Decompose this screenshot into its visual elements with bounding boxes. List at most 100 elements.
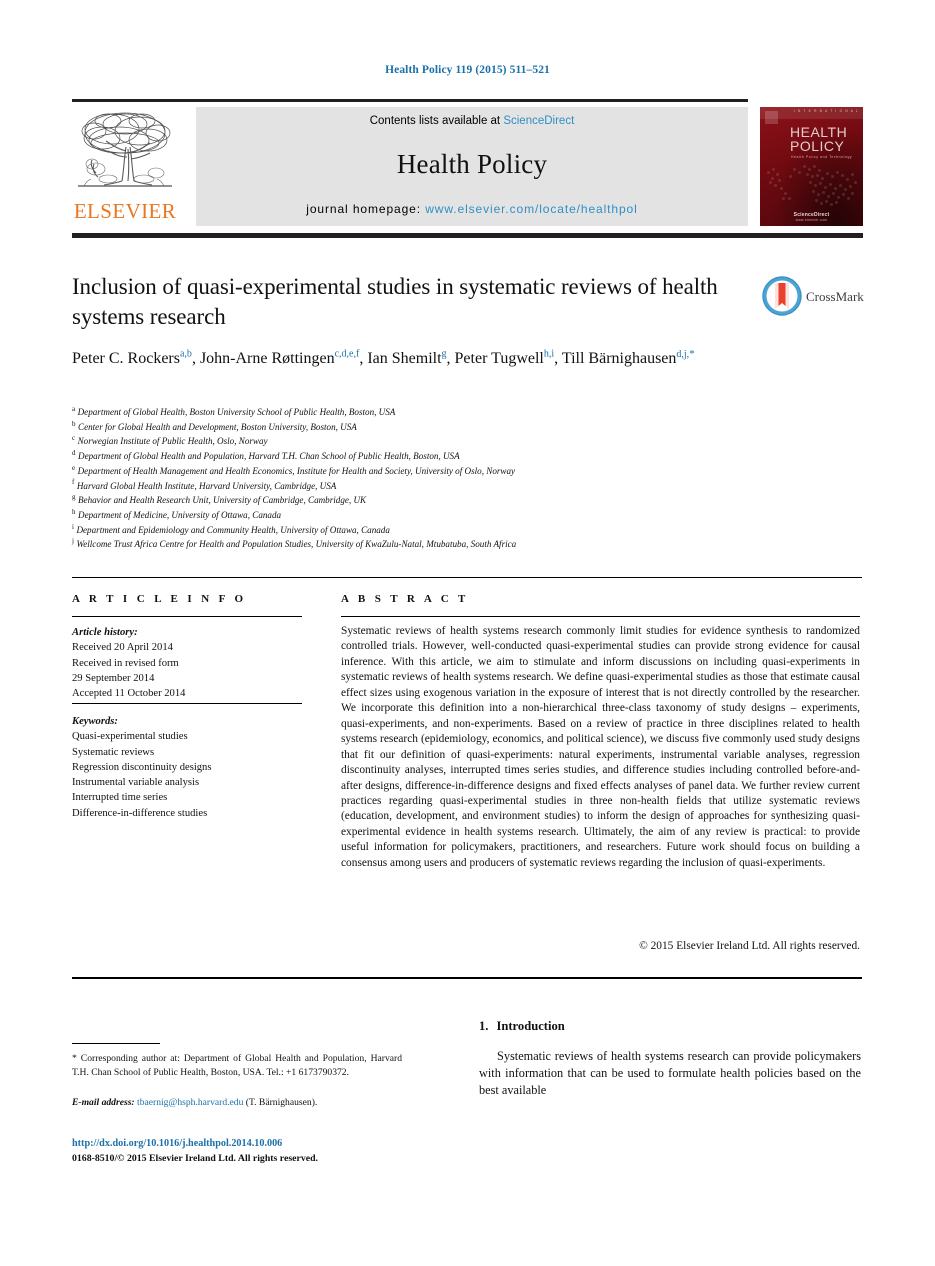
cover-footer: ScienceDirect www.elsevier.com (760, 212, 863, 222)
author-name: John-Arne Røttingen (199, 350, 335, 367)
affiliation-item: b Center for Global Health and Developmen… (72, 420, 862, 435)
abstract-text: Systematic reviews of health systems res… (341, 625, 860, 869)
contents-prefix: Contents lists available at (369, 115, 504, 127)
journal-cover-thumbnail: I N T E R N A T I O N A L HEALTH POLICY … (760, 107, 863, 226)
cover-identity-mark (765, 111, 778, 124)
cover-title: HEALTH POLICY (790, 125, 847, 153)
introduction-title: Introduction (496, 1019, 565, 1033)
footnote-rule (72, 1043, 160, 1044)
author-name: Ian Shemilt (367, 350, 442, 367)
affiliation-item: j Wellcome Trust Africa Centre for Health… (72, 537, 862, 552)
journal-homepage-line: journal homepage: www.elsevier.com/locat… (196, 202, 748, 216)
doi-link[interactable]: http://dx.doi.org/10.1016/j.healthpol.20… (72, 1138, 282, 1149)
affiliation-mark: g (72, 493, 76, 502)
article-history-block: Article history: Received 20 April 2014 R… (72, 625, 302, 701)
crossmark-badge[interactable]: CrossMark (762, 276, 864, 318)
keywords-label: Keywords: (72, 716, 118, 727)
affiliation-list: a Department of Global Health, Boston Uni… (72, 405, 862, 552)
affiliation-mark: a (72, 404, 76, 413)
article-history-line: Accepted 11 October 2014 (72, 688, 186, 700)
author-affiliation-marks: d,j,* (676, 347, 695, 360)
cover-title-line1: HEALTH (790, 124, 848, 140)
affiliation-text: Department of Global Health and Populati… (78, 451, 460, 462)
affiliation-text: Wellcome Trust Africa Centre for Health … (76, 539, 517, 550)
keyword-item: Instrumental variable analysis (72, 777, 200, 789)
affiliation-mark: c (72, 434, 76, 443)
introduction-heading: 1. Introduction (479, 1019, 565, 1034)
article-history-line: 29 September 2014 (72, 672, 155, 684)
masthead-top-rule (72, 99, 748, 102)
elsevier-logo: ELSEVIER (72, 107, 178, 226)
masthead-contents-box: Contents lists available at ScienceDirec… (196, 107, 748, 226)
email-link[interactable]: tbaernig@hsph.harvard.edu (137, 1097, 243, 1108)
keywords-top-rule (72, 703, 302, 704)
affiliation-text: Norwegian Institute of Public Health, Os… (77, 436, 268, 447)
article-history-line: Received 20 April 2014 (72, 642, 173, 654)
journal-homepage-link[interactable]: www.elsevier.com/locate/healthpol (425, 202, 637, 216)
affiliation-item: g Behavior and Health Research Unit, Univ… (72, 493, 862, 508)
affiliation-mark: d (72, 449, 76, 458)
author-name: Till Bärnighausen (561, 350, 677, 367)
author-list: Peter C. Rockersa,b, John-Arne Røttingen… (72, 347, 695, 367)
corresponding-author-marker: * (689, 347, 695, 360)
affiliation-text: Department and Epidemiology and Communit… (76, 524, 390, 535)
info-abstract-top-rule (72, 577, 862, 578)
affiliation-item: f Harvard Global Health Institute, Harvar… (72, 479, 862, 494)
affiliation-mark: i (72, 522, 74, 531)
corresponding-author-note: * Corresponding author at: Department of… (72, 1052, 402, 1079)
affiliation-item: d Department of Global Health and Populat… (72, 449, 862, 464)
abstract-copyright: © 2015 Elsevier Ireland Ltd. All rights … (639, 940, 860, 952)
email-label: E-mail address: (72, 1097, 135, 1108)
affiliation-text: Behavior and Health Research Unit, Unive… (78, 495, 367, 506)
running-head: Health Policy 119 (2015) 511–521 (385, 64, 550, 76)
issn-copyright-line: 0168-8510/© 2015 Elsevier Ireland Ltd. A… (72, 1153, 318, 1164)
introduction-paragraph: Systematic reviews of health systems res… (479, 1049, 861, 1097)
article-info-heading-rule (72, 616, 302, 617)
crossmark-label: CrossMark (806, 289, 864, 304)
article-history-lines: Received 20 April 2014 Received in revise… (72, 640, 302, 701)
keyword-item: Difference-in-difference studies (72, 807, 208, 819)
elsevier-wordmark: ELSEVIER (73, 199, 177, 223)
author-affiliation-marks: a,b (179, 348, 192, 360)
corresponding-author-star: * (72, 1053, 77, 1064)
affiliation-mark: f (72, 478, 75, 487)
author-affiliation-marks: g (441, 348, 447, 360)
introduction-number: 1. (479, 1019, 489, 1033)
abstract-heading-rule (341, 616, 860, 617)
affiliation-mark: e (72, 463, 76, 472)
affiliation-mark: j (72, 537, 74, 546)
affiliation-item: a Department of Global Health, Boston Uni… (72, 405, 862, 420)
affiliation-item: c Norwegian Institute of Public Health, O… (72, 434, 862, 449)
cover-title-line2: POLICY (790, 138, 845, 154)
affiliation-mark: b (72, 419, 76, 428)
article-info-heading: A R T I C L E I N F O (72, 593, 247, 605)
affiliation-text: Department of Global Health, Boston Univ… (77, 407, 396, 417)
affiliation-text: Department of Medicine, University of Ot… (78, 509, 282, 520)
keyword-item: Interrupted time series (72, 792, 168, 804)
affiliation-item: h Department of Medicine, University of O… (72, 508, 862, 523)
author-affiliation-marks: h,i (543, 348, 555, 360)
page-title: Inclusion of quasi-experimental studies … (72, 274, 718, 329)
cover-world-map-dots (763, 159, 860, 209)
affiliation-text: Center for Global Health and Development… (78, 421, 357, 432)
masthead-bottom-rule (72, 233, 863, 238)
contents-available-line: Contents lists available at ScienceDirec… (196, 115, 748, 127)
sciencedirect-link[interactable]: ScienceDirect (503, 115, 574, 127)
cover-footer-note: www.elsevier.com (795, 218, 828, 222)
cover-topbar-text: I N T E R N A T I O N A L (793, 109, 859, 113)
affiliation-text: Department of Health Management and Heal… (77, 465, 516, 476)
journal-article-page: Health Policy 119 (2015) 511–521 ELSEVIE… (0, 0, 935, 1266)
keywords-block: Keywords: Quasi-experimental studies Syst… (72, 714, 302, 821)
affiliation-item: i Department and Epidemiology and Communi… (72, 523, 862, 538)
keyword-item: Quasi-experimental studies (72, 731, 188, 743)
article-history-label: Article history: (72, 627, 138, 638)
elsevier-tree-icon (72, 107, 178, 195)
crossmark-icon (762, 276, 802, 316)
email-owner: (T. Bärnighausen). (245, 1097, 318, 1108)
affiliation-mark: h (72, 507, 76, 516)
journal-title: Health Policy (396, 149, 548, 179)
abstract-heading: A B S T R A C T (341, 593, 469, 605)
affiliation-item: e Department of Health Management and Hea… (72, 464, 862, 479)
abstract-bottom-rule (72, 977, 862, 979)
author-name: Peter C. Rockers (72, 350, 180, 367)
